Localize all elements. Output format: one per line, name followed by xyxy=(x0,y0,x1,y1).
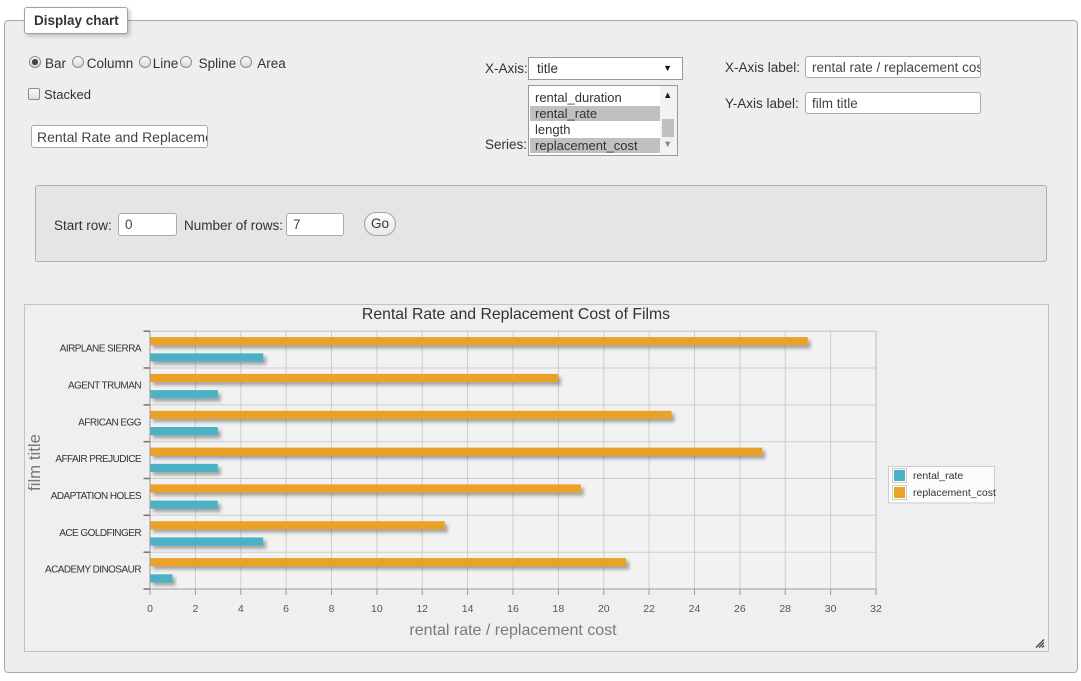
svg-text:film title: film title xyxy=(25,434,44,491)
svg-text:AGENT TRUMAN: AGENT TRUMAN xyxy=(68,381,141,392)
svg-text:AFFAIR PREJUDICE: AFFAIR PREJUDICE xyxy=(55,454,142,465)
svg-text:4: 4 xyxy=(238,603,244,615)
svg-text:18: 18 xyxy=(553,603,565,615)
svg-text:6: 6 xyxy=(283,603,289,615)
svg-text:24: 24 xyxy=(689,603,701,615)
svg-text:2: 2 xyxy=(192,603,198,615)
svg-text:0: 0 xyxy=(147,603,153,615)
svg-text:rental_rate: rental_rate xyxy=(913,470,963,482)
svg-text:8: 8 xyxy=(329,603,335,615)
svg-text:28: 28 xyxy=(779,603,791,615)
svg-text:22: 22 xyxy=(643,603,655,615)
svg-text:Rental Rate and Replacement Co: Rental Rate and Replacement Cost of Film… xyxy=(362,306,670,323)
svg-text:ACE GOLDFINGER: ACE GOLDFINGER xyxy=(59,528,141,539)
svg-text:ACADEMY DINOSAUR: ACADEMY DINOSAUR xyxy=(45,565,141,576)
svg-text:10: 10 xyxy=(371,603,383,615)
svg-text:32: 32 xyxy=(870,603,882,615)
svg-text:ADAPTATION HOLES: ADAPTATION HOLES xyxy=(51,491,142,502)
svg-text:AIRPLANE SIERRA: AIRPLANE SIERRA xyxy=(60,344,142,355)
svg-text:16: 16 xyxy=(507,603,519,615)
svg-text:12: 12 xyxy=(416,603,428,615)
svg-text:20: 20 xyxy=(598,603,610,615)
svg-text:AFRICAN EGG: AFRICAN EGG xyxy=(78,417,142,428)
svg-text:replacement_cost: replacement_cost xyxy=(913,487,996,499)
svg-text:rental rate / replacement cost: rental rate / replacement cost xyxy=(409,622,617,639)
svg-text:30: 30 xyxy=(825,603,837,615)
svg-text:14: 14 xyxy=(462,603,474,615)
svg-text:26: 26 xyxy=(734,603,746,615)
